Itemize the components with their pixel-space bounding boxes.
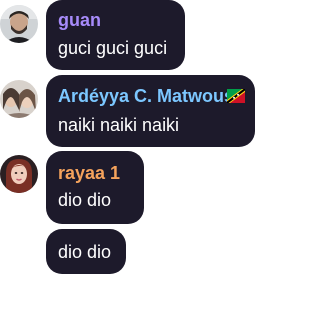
message-text: naiki naiki naiki (58, 115, 180, 135)
username[interactable]: guan (58, 9, 101, 31)
username[interactable]: Ardéyya C. Matwous (58, 85, 234, 107)
message-text: dio dio (58, 190, 112, 210)
avatar-guan[interactable] (0, 5, 38, 43)
username[interactable]: rayaa 1 (58, 162, 120, 184)
message-text: dio dio (58, 242, 112, 262)
message-bubble[interactable]: guan guci guci guci (46, 0, 185, 70)
message-bubble[interactable]: rayaa 1 dio dio (46, 151, 144, 224)
avatar-ardeyya[interactable] (0, 80, 38, 118)
saint-kitts-and-nevis-flag-icon (227, 89, 245, 103)
message-bubble[interactable]: Ardéyya C. Matwous naiki naiki naiki (46, 75, 255, 147)
avatar-rayaa[interactable] (0, 155, 38, 193)
message-bubble[interactable]: dio dio (46, 229, 126, 274)
message-text: guci guci guci (58, 38, 168, 58)
